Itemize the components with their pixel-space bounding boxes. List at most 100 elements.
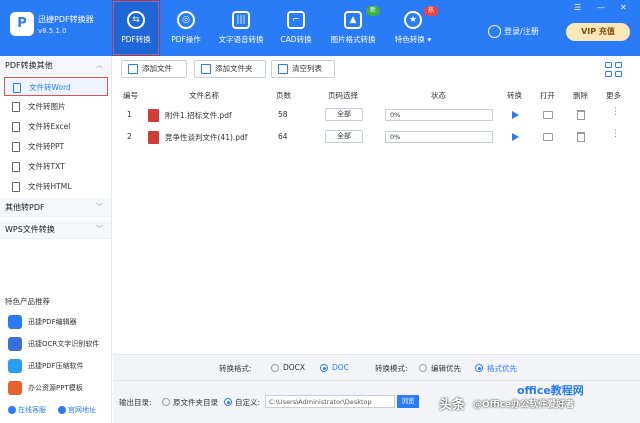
sidebar-section-other-to-pdf[interactable]: 其他转PDF ﹀ [0,198,111,217]
convert-icon: ⇆ [127,11,145,29]
tab-label: PDF操作 [171,35,201,44]
play-icon[interactable] [512,133,519,141]
add-folder-button[interactable]: 添加文件夹 [194,60,266,78]
table-row[interactable]: 1 附件1.招标文件.pdf 58 全部 0% ⋮ [113,104,640,126]
tab-image-format[interactable]: ▲ 图片格式转换 新 [322,0,384,56]
button-label: 添加文件 [142,64,172,73]
menu-icon[interactable]: ☰ [574,3,581,12]
section-label: WPS文件转换 [5,225,55,234]
pdf-file-icon [148,109,159,122]
sidebar-section-wps[interactable]: WPS文件转换 ﹀ [0,220,111,239]
featured-pdf-compress[interactable]: 迅捷PDF压缩软件 [8,358,84,374]
add-file-button[interactable]: 添加文件 [121,60,187,78]
close-icon[interactable]: ✕ [620,3,627,12]
conversion-options-bar: 转换格式: DOCX DOC 转换模式: 编辑优先 格式优先 [113,354,640,380]
sidebar: PDF转换其他 ︿ 文件转Word 文件转图片 文件转Excel 文件转PPT … [0,56,112,423]
row-filename: 附件1.招标文件.pdf [165,111,232,120]
file-icon [12,182,20,192]
trash-icon[interactable] [577,132,585,142]
file-icon [13,83,21,93]
waveform-icon: ||| [232,11,250,29]
hot-badge: 热 [424,6,439,16]
page-select-dropdown[interactable]: 全部 [325,130,363,143]
mode-format-label: 格式优先 [487,364,517,373]
sidebar-item-label: 文件转图片 [28,102,66,111]
folder-icon[interactable] [543,111,553,119]
file-icon [12,142,20,152]
file-icon [12,122,20,132]
sidebar-section-pdf-to-other[interactable]: PDF转换其他 ︿ [0,56,111,75]
page-select-dropdown[interactable]: 全部 [325,108,363,121]
sidebar-item-label: 文件转Excel [28,122,71,131]
format-docx-radio[interactable] [271,364,279,372]
progress-bar: 0% [385,109,493,121]
sidebar-item-label: 文件转HTML [28,182,72,191]
ocr-icon [8,337,22,351]
featured-pdf-editor[interactable]: 迅捷PDF编辑器 [8,314,77,330]
grid-view-icon[interactable] [605,62,623,78]
watermark-account: @Office办公软件爱好者 [473,400,575,410]
tab-pdf-convert[interactable]: ⇆ PDF转换 [112,0,160,56]
browse-button[interactable]: 浏览 [397,395,419,408]
output-path-input[interactable] [265,395,395,408]
footer-label: 官网地址 [68,406,96,414]
folder-icon[interactable] [543,133,553,141]
add-folder-icon [201,64,211,74]
output-directory-bar: 输出目录: 原文件夹目录 自定义: 浏览 头条 @Office办公软件爱好者 o… [113,380,640,423]
table-row[interactable]: 2 竞争性谈判文件(41).pdf 64 全部 0% ⋮ [113,126,640,148]
tab-text-speech[interactable]: ||| 文字语音转换 [212,0,270,56]
tab-label: 图片格式转换 [330,35,376,44]
mode-edit-radio[interactable] [419,364,427,372]
progress-bar: 0% [385,131,493,143]
featured-ocr[interactable]: 迅捷OCR文字识别软件 [8,336,99,352]
button-label: 清空列表 [292,64,322,73]
col-status: 状态 [431,91,446,100]
chevron-down-icon: ﹀ [96,203,103,211]
format-label: 转换格式: [219,364,252,373]
minimize-icon[interactable]: — [597,3,605,12]
format-docx-label: DOCX [283,363,306,372]
col-open: 打开 [540,91,555,100]
button-label: 添加文件夹 [215,64,253,73]
trash-icon[interactable] [577,110,585,120]
sidebar-item-to-ppt[interactable]: 文件转PPT [4,137,108,156]
cad-icon: ⌐ [287,11,305,29]
play-icon[interactable] [512,111,519,119]
mode-edit-label: 编辑优先 [431,364,461,373]
more-icon[interactable]: ⋮ [611,107,620,117]
tab-special-convert[interactable]: ★ 特色转换 ▾ 热 [388,0,439,56]
sidebar-item-to-excel[interactable]: 文件转Excel [4,117,108,136]
online-service-link[interactable]: 在线客服 [8,405,46,415]
row-index: 2 [127,132,132,141]
tab-pdf-operate[interactable]: ◎ PDF操作 [162,0,210,56]
col-more: 更多 [606,91,621,100]
chevron-up-icon: ︿ [96,61,103,69]
app-version: v8.5.1.0 [38,27,67,35]
sidebar-item-label: 文件转Word [29,83,71,92]
sidebar-item-to-image[interactable]: 文件转图片 [4,97,108,116]
row-filename: 竞争性谈判文件(41).pdf [165,133,248,142]
login-button[interactable]: 登录/注册 [488,25,539,38]
mode-format-radio[interactable] [475,364,483,372]
format-doc-label: DOC [332,363,349,372]
app-header: P 迅捷PDF转换器 v8.5.1.0 ⇆ PDF转换 ◎ PDF操作 ||| … [0,0,640,56]
row-pages: 58 [278,110,288,119]
chat-icon [8,406,16,414]
custom-dir-label: 自定义: [235,398,261,407]
official-site-link[interactable]: 官网地址 [58,405,96,415]
custom-dir-radio[interactable] [224,398,232,406]
new-badge: 新 [366,6,381,16]
sidebar-item-to-txt[interactable]: 文件转TXT [4,157,108,176]
featured-ppt-template[interactable]: 办公资源PPT模板 [8,380,83,396]
col-delete: 删除 [573,91,588,100]
more-icon[interactable]: ⋮ [611,129,620,139]
sidebar-item-to-word[interactable]: 文件转Word [4,77,108,96]
format-doc-radio[interactable] [320,364,328,372]
chevron-down-icon: ▾ [427,35,432,44]
sidebar-item-to-html[interactable]: 文件转HTML [4,177,108,196]
col-convert: 转换 [507,91,522,100]
vip-recharge-button[interactable]: VIP 充值 [566,23,630,41]
tab-cad-convert[interactable]: ⌐ CAD转换 [272,0,320,56]
clear-list-button[interactable]: 清空列表 [271,60,335,78]
source-dir-radio[interactable] [162,398,170,406]
